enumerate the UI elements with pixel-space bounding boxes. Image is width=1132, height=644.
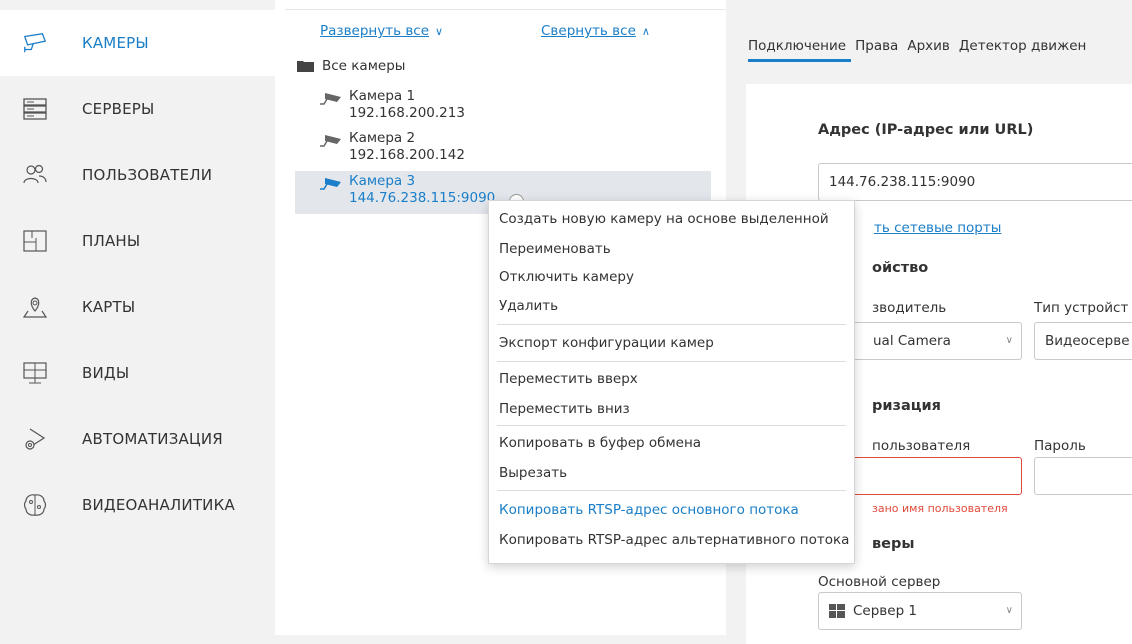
tab-motion-detector[interactable]: Детектор движен: [959, 38, 1087, 54]
tree-item-camera-1[interactable]: Камера 1 192.168.200.213: [319, 88, 699, 124]
device-title: ойство: [872, 260, 929, 276]
main-server-value: Сервер 1: [853, 603, 918, 619]
users-icon: [22, 162, 48, 188]
collapse-all-label: Свернуть все: [541, 23, 636, 39]
sidebar-item-maps[interactable]: КАРТЫ: [0, 274, 275, 340]
sidebar: КАМЕРЫ СЕРВЕРЫ ПОЛЬЗОВАТЕЛИ ПЛАНЫ КАРТЫ …: [0, 0, 275, 635]
chevron-down-icon: ∨: [1005, 335, 1013, 346]
address-input[interactable]: 144.76.238.115:9090: [818, 163, 1132, 201]
tab-connection[interactable]: Подключение: [748, 38, 846, 54]
sidebar-item-label: КАМЕРЫ: [82, 34, 149, 52]
username-label: пользователя: [872, 438, 971, 454]
map-pin-icon: [22, 294, 48, 320]
menu-item-copy-rtsp-main[interactable]: Копировать RTSP-адрес основного потока: [489, 495, 854, 525]
address-value: 144.76.238.115:9090: [829, 174, 976, 190]
network-ports-link[interactable]: ть сетевые порты: [874, 220, 1001, 236]
tab-rights[interactable]: Права: [855, 38, 898, 54]
device-type-select[interactable]: Видеосерве: [1034, 322, 1132, 360]
sidebar-item-views[interactable]: ВИДЫ: [0, 340, 275, 406]
menu-separator: [497, 361, 846, 362]
camera-ip: 144.76.238.115:9090: [349, 190, 496, 206]
menu-item-copy-to-clipboard[interactable]: Копировать в буфер обмена: [489, 428, 854, 458]
camera-ip: 192.168.200.213: [349, 105, 465, 121]
address-title: Адрес (IP-адрес или URL): [818, 122, 1034, 138]
menu-item-disable-camera[interactable]: Отключить камеру: [489, 262, 854, 292]
camera-name: Камера 2: [349, 130, 416, 146]
automation-gear-icon: [22, 426, 48, 452]
sidebar-item-label: АВТОМАТИЗАЦИЯ: [82, 430, 223, 448]
camera-icon: [22, 30, 48, 56]
camera-icon: [320, 93, 341, 105]
manufacturer-value: ual Camera: [873, 333, 951, 349]
main-server-select[interactable]: Сервер 1 ∨: [818, 592, 1022, 630]
sidebar-item-label: ПОЛЬЗОВАТЕЛИ: [82, 166, 213, 184]
windows-server-icon: [829, 604, 845, 618]
server-icon: [22, 96, 48, 122]
sidebar-item-plans[interactable]: ПЛАНЫ: [0, 208, 275, 274]
sidebar-item-automation[interactable]: АВТОМАТИЗАЦИЯ: [0, 406, 275, 472]
expand-all-link[interactable]: Развернуть все ∨: [320, 20, 443, 39]
menu-item-rename[interactable]: Переименовать: [489, 234, 854, 264]
device-type-value: Видеосерве: [1045, 333, 1130, 349]
menu-item-delete[interactable]: Удалить: [489, 291, 854, 321]
authorization-title: ризация: [872, 398, 941, 414]
menu-item-move-up[interactable]: Переместить вверх: [489, 364, 854, 394]
camera-icon: [320, 135, 341, 147]
menu-item-cut[interactable]: Вырезать: [489, 458, 854, 488]
main-server-label: Основной сервер: [818, 574, 941, 590]
monitor-icon: [22, 360, 48, 386]
sidebar-item-label: СЕРВЕРЫ: [82, 100, 155, 118]
manufacturer-label: зводитель: [872, 300, 947, 316]
tree-item-camera-2[interactable]: Камера 2 192.168.200.142: [319, 130, 699, 166]
chevron-down-icon: ∨: [1005, 605, 1013, 616]
sidebar-item-servers[interactable]: СЕРВЕРЫ: [0, 76, 275, 142]
device-type-label: Тип устройст: [1034, 300, 1129, 316]
sidebar-item-label: КАРТЫ: [82, 298, 136, 316]
tree-root-all-cameras[interactable]: Все камеры: [297, 58, 405, 74]
servers-title: веры: [872, 536, 915, 552]
menu-item-create-from-selected[interactable]: Создать новую камеру на основе выделенно…: [489, 204, 854, 234]
sidebar-item-label: ВИДЕОАНАЛИТИКА: [82, 496, 235, 514]
sidebar-item-video-analytics[interactable]: ВИДЕОАНАЛИТИКА: [0, 472, 275, 538]
collapse-all-link[interactable]: Свернуть все ∧: [541, 20, 650, 39]
sidebar-item-cameras[interactable]: КАМЕРЫ: [0, 10, 275, 76]
brain-icon: [22, 492, 48, 518]
password-label: Пароль: [1034, 438, 1086, 454]
tab-archive[interactable]: Архив: [907, 38, 950, 54]
camera-name: Камера 1: [349, 88, 416, 104]
chevron-down-icon: ∨: [435, 25, 444, 38]
active-tab-indicator: [748, 59, 851, 62]
camera-icon: [320, 178, 341, 190]
menu-separator: [497, 324, 846, 325]
expand-all-label: Развернуть все: [320, 23, 430, 39]
plans-icon: [22, 228, 48, 254]
password-input[interactable]: [1034, 457, 1132, 495]
menu-separator: [497, 490, 846, 491]
chevron-up-icon: ∧: [641, 25, 650, 38]
username-error-text: зано имя пользователя: [872, 502, 1008, 515]
camera-name: Камера 3: [349, 173, 416, 189]
menu-item-export-config[interactable]: Экспорт конфигурации камер: [489, 328, 854, 358]
sidebar-item-label: ВИДЫ: [82, 364, 130, 382]
sidebar-item-label: ПЛАНЫ: [82, 232, 141, 250]
tree-root-label: Все камеры: [322, 58, 406, 74]
menu-item-move-down[interactable]: Переместить вниз: [489, 394, 854, 424]
menu-separator: [497, 425, 846, 426]
camera-ip: 192.168.200.142: [349, 147, 465, 163]
sidebar-item-users[interactable]: ПОЛЬЗОВАТЕЛИ: [0, 142, 275, 208]
folder-icon: [297, 61, 314, 72]
menu-item-copy-rtsp-alternative[interactable]: Копировать RTSP-адрес альтернативного по…: [489, 525, 854, 555]
settings-tabs: Подключение Права Архив Детектор движен: [748, 38, 1095, 54]
camera-context-menu: Создать новую камеру на основе выделенно…: [488, 200, 855, 564]
